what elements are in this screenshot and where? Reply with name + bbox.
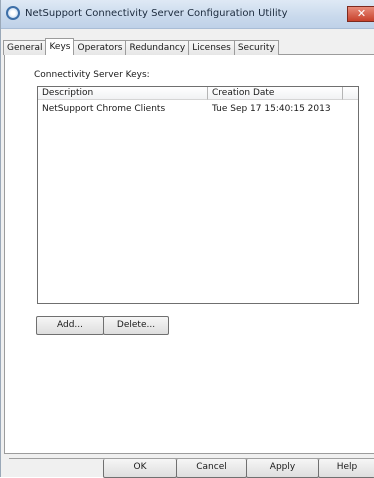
- keys-list[interactable]: Description Creation Date NetSupport Chr…: [37, 86, 359, 304]
- config-window: NetSupport Connectivity Server Configura…: [0, 0, 374, 478]
- key-creation-date: Tue Sep 17 15:40:15 2013: [212, 104, 331, 114]
- column-headers: Description Creation Date: [38, 87, 358, 100]
- delete-button[interactable]: Delete...: [103, 316, 169, 335]
- tab-keys[interactable]: Keys: [45, 38, 75, 55]
- tab-security[interactable]: Security: [233, 40, 279, 55]
- column-header-creation-date[interactable]: Creation Date: [208, 87, 343, 100]
- apply-button[interactable]: Apply: [246, 459, 319, 478]
- close-icon: ✕: [356, 7, 367, 20]
- tab-licenses[interactable]: Licenses: [188, 40, 235, 55]
- tab-general[interactable]: General: [3, 40, 47, 55]
- add-button[interactable]: Add...: [36, 316, 104, 335]
- column-header-description[interactable]: Description: [38, 87, 208, 100]
- help-button[interactable]: Help: [318, 459, 374, 478]
- netsupport-app-icon: [6, 6, 20, 20]
- tab-operators[interactable]: Operators: [73, 40, 127, 55]
- key-description: NetSupport Chrome Clients: [42, 104, 166, 114]
- column-header-empty: [343, 87, 358, 100]
- title-bar[interactable]: NetSupport Connectivity Server Configura…: [1, 0, 374, 29]
- ok-button[interactable]: OK: [103, 459, 177, 478]
- cancel-button[interactable]: Cancel: [176, 459, 247, 478]
- window-title: NetSupport Connectivity Server Configura…: [25, 8, 288, 19]
- list-item[interactable]: NetSupport Chrome Clients Tue Sep 17 15:…: [38, 103, 358, 115]
- tab-redundancy[interactable]: Redundancy: [125, 40, 190, 55]
- tab-strip: General Keys Operators Redundancy Licens…: [3, 38, 279, 55]
- close-button[interactable]: ✕: [347, 6, 374, 22]
- keys-section-label: Connectivity Server Keys:: [34, 70, 150, 80]
